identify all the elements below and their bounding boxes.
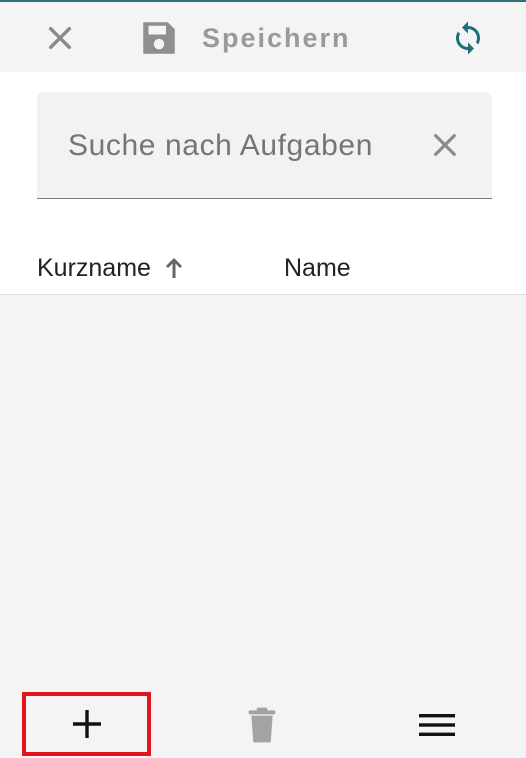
- task-list: [0, 295, 526, 690]
- search-input[interactable]: [68, 122, 418, 170]
- close-icon: [48, 26, 72, 50]
- save-button-label: Speichern: [202, 22, 351, 53]
- sort-ascending-icon: [163, 256, 185, 280]
- app-window: Speichern Kurzname Name: [0, 0, 526, 758]
- save-icon: [143, 22, 175, 54]
- column-header-kurzname[interactable]: Kurzname: [37, 250, 185, 286]
- search-clear-button[interactable]: [425, 125, 465, 165]
- trash-icon: [248, 707, 276, 743]
- save-button[interactable]: Speichern: [138, 12, 351, 64]
- sync-button[interactable]: [446, 16, 490, 60]
- column-header-name[interactable]: Name: [284, 250, 351, 286]
- search-field: [37, 92, 492, 199]
- plus-icon: [72, 710, 101, 738]
- delete-button[interactable]: [239, 702, 285, 748]
- close-icon: [434, 134, 456, 156]
- column-header-label: Kurzname: [37, 253, 151, 282]
- column-header-label: Name: [284, 253, 351, 282]
- menu-button[interactable]: [414, 702, 460, 748]
- sync-icon: [456, 21, 480, 55]
- top-toolbar: Speichern: [0, 0, 526, 72]
- add-button[interactable]: [22, 692, 151, 756]
- hamburger-menu-icon: [419, 714, 455, 736]
- bottom-toolbar: [0, 690, 526, 758]
- close-button[interactable]: [38, 16, 82, 60]
